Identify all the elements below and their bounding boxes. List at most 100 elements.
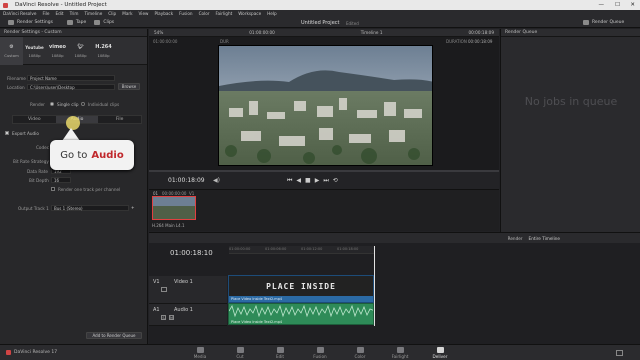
page-edit[interactable]: Edit [260,345,300,360]
menu-item-view[interactable]: View [139,11,149,16]
menu-item-clip[interactable]: Clip [108,11,116,16]
v1-name: Video 1 [174,279,193,285]
timeline-ruler[interactable]: 01:00:00:00 01:00:06:00 01:00:12:00 01:0… [229,246,375,254]
queue-icon [583,20,589,25]
reverse-icon[interactable]: ◀︎ [296,177,305,184]
menu-item-fairlight[interactable]: Fairlight [216,11,233,16]
tab-file[interactable]: File [98,116,141,123]
playhead[interactable] [374,246,375,326]
export-audio-checkbox[interactable] [5,131,9,135]
color-icon [356,346,364,353]
toolbar: Render Settings Tape Clips Untitled Proj… [0,17,640,28]
location-field[interactable]: C:\Users\user\Desktop [27,84,115,90]
menu-item-workspace[interactable]: Workspace [238,11,261,16]
preset-twitter[interactable]: 🐦︎ 1080p [69,37,92,65]
page-color[interactable]: Color [340,345,380,360]
cut-icon [236,346,244,353]
preset-custom[interactable]: ⚙ Custom [0,37,23,65]
preset-vimeo[interactable]: vimeo 1080p [46,37,69,65]
bitdepth-field[interactable]: 16 [51,177,71,183]
twitter-icon: 🐦︎ [77,44,84,50]
app-icon [3,2,8,8]
skip-start-icon[interactable]: ⏮︎ [287,177,296,184]
output-track-label: Output Track 1 [18,206,49,211]
preset-strip: ⚙ Custom Youtube 1080p vimeo 1080p 🐦︎ 10… [0,37,147,65]
output-track-select[interactable]: Bus 1 (Stereo) [51,205,129,211]
viewer-controls: 01:00:18:09 ◀︎) ⏮︎◀︎■▶︎⏭︎⟲ [149,170,499,189]
preset-label: 1080p [74,53,87,58]
menu-item-edit[interactable]: Edit [55,11,63,16]
menu-item-fusion[interactable]: Fusion [179,11,192,16]
current-timecode: 01:00:18:09 [168,177,205,184]
render-range-select[interactable]: Entire Timeline [529,236,560,241]
menu-item-mark[interactable]: Mark [122,11,132,16]
home-icon[interactable] [616,350,623,356]
preset-h264[interactable]: H.264 1080p [92,37,115,65]
page-cut[interactable]: Cut [220,345,260,360]
individual-clips-radio[interactable] [81,102,85,106]
tab-video[interactable]: Video [13,116,56,123]
preset-label: 1080p [97,53,110,58]
minimize-icon[interactable]: — [599,2,605,8]
page-deliver[interactable]: Deliver [420,345,460,360]
track-monitor-icon[interactable] [161,287,167,292]
render-queue-button[interactable]: Render Queue [583,20,624,25]
zoom-level[interactable]: 54% [154,30,163,35]
menu-item-trim[interactable]: Trim [70,11,79,16]
preset-youtube[interactable]: Youtube 1080p [23,37,46,65]
add-track-icon[interactable]: + [131,205,135,210]
add-to-render-queue-button[interactable]: Add to Render Queue [86,332,142,339]
tape-button[interactable]: Tape [66,19,86,25]
menu-item-color[interactable]: Color [199,11,210,16]
audio-clip[interactable]: Place Video Inside Text2.mp4 [228,303,374,325]
menu-item-davinci[interactable]: DaVinci Resolve [3,11,36,16]
one-track-label: Render one track per channel [58,187,121,192]
clips-icon [94,19,101,25]
timeline-timecode: 01:00:18:10 [170,249,213,257]
export-audio-label: Export Audio [12,131,39,136]
datarate-label: Data Rate [27,169,48,174]
render-queue-header: Render Queue [501,29,640,37]
browse-button[interactable]: Browse [118,83,140,90]
clip-thumbnail[interactable] [152,196,196,220]
page-fairlight[interactable]: Fairlight [380,345,420,360]
video-clip[interactable]: PLACE INSIDE Place Video Inside Text2.mp… [228,275,374,303]
filename-field[interactable]: Project Name [27,75,115,81]
app-version: DaVinci Resolve 17 [14,350,58,355]
audio-speaker-icon[interactable]: ◀︎) [213,177,220,184]
close-icon[interactable]: ✕ [630,2,635,8]
single-clip-radio[interactable] [50,102,54,106]
page-fusion[interactable]: Fusion [300,345,340,360]
clips-button[interactable]: Clips [94,19,114,25]
in-tc: 01:00:00:00 [153,39,178,44]
one-track-checkbox[interactable] [51,187,55,191]
render-settings-label: Render Settings [17,19,53,25]
skip-end-icon[interactable]: ⏭︎ [323,177,332,184]
location-label: Location [7,85,25,90]
title-bar: DaVinci Resolve - Untitled Project — ☐ ✕ [0,0,640,10]
sliders-icon [8,19,14,25]
timeline-panel: Render Entire Timeline 01:00:18:10 01:00… [149,232,640,344]
timeline-name[interactable]: Timeline 1 [361,30,383,35]
viewer-header: 54% 01:00:00:00 Timeline 1 00:00:18:09 [149,29,499,37]
loop-icon[interactable]: ⟲ [333,177,342,184]
track-header-a1: A1 Audio 1 S M [149,304,227,326]
mute-icon[interactable]: M [169,315,174,320]
video-clip-filename: Place Video Inside Text2.mp4 [231,297,283,301]
maximize-icon[interactable]: ☐ [615,2,620,8]
menu-item-file[interactable]: File [42,11,49,16]
render-label: Render [30,102,45,107]
menu-item-playback[interactable]: Playback [154,11,173,16]
menu-item-timeline[interactable]: Timeline [84,11,102,16]
menu-item-help[interactable]: Help [267,11,277,16]
clip-title-text: PLACE INSIDE [229,276,373,296]
render-queue-title: Render Queue [505,30,538,35]
page-media[interactable]: Media [180,345,220,360]
solo-icon[interactable]: S [161,315,166,320]
scrubber-bar[interactable] [149,170,499,172]
page-label: Cut [236,353,244,359]
transport-controls: ⏮︎◀︎■▶︎⏭︎⟲ [287,177,342,185]
youtube-icon: Youtube [25,44,44,50]
stop-icon[interactable]: ■ [305,177,315,184]
render-settings-button[interactable]: Render Settings [8,19,53,25]
